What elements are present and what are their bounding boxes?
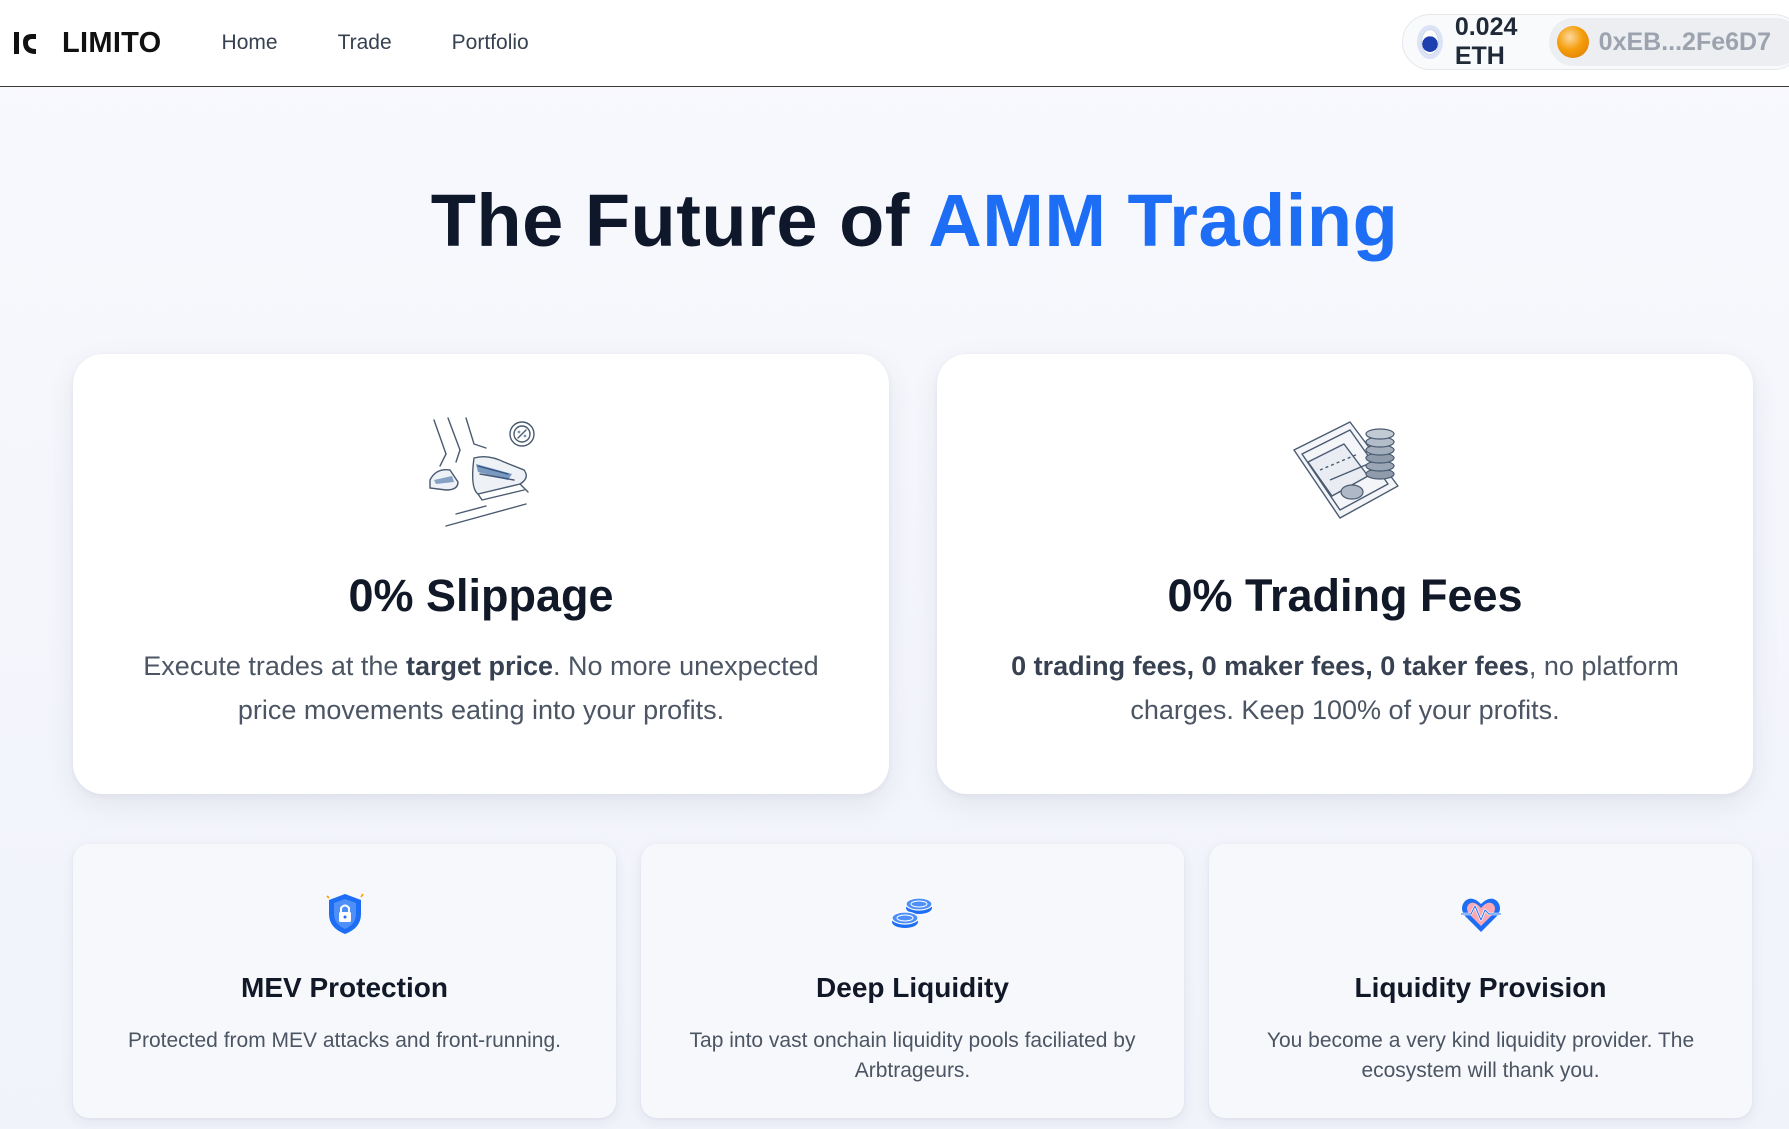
heart-pulse-icon [1460, 898, 1501, 932]
feature-description: You become a very kind liquidity provide… [1266, 1029, 1695, 1082]
eth-network-icon[interactable] [1417, 25, 1443, 59]
wallet-widget[interactable]: 0.024 ETH 0xEB...2Fe6D7 [1402, 13, 1789, 70]
feature-title: 0% Slippage [348, 570, 614, 621]
feature-highlight: 0 trading fees, 0 maker fees, 0 taker fe… [1011, 651, 1529, 681]
feature-card-mev-protection: MEV Protection Protected from MEV attack… [73, 844, 616, 1118]
feature-description: Tap into vast onchain liquidity pools fa… [689, 1029, 1136, 1082]
coin-trap-illustration [1293, 421, 1399, 519]
account-button[interactable]: 0xEB...2Fe6D7 [1548, 18, 1789, 66]
coins-stack-icon [890, 897, 933, 928]
brand-name: LIMITO [62, 26, 162, 59]
feature-card-trading-fees: 0% Trading Fees 0 trading fees, 0 maker … [937, 354, 1753, 794]
top-navbar: LIMITO Home Trade Portfolio 0.024 ETH 0x… [0, 0, 1789, 87]
account-avatar-icon [1556, 26, 1589, 58]
hero-title: The Future of AMM Trading [0, 178, 1789, 263]
brand[interactable]: LIMITO [10, 27, 162, 60]
eth-balance: 0.024 ETH [1454, 13, 1518, 70]
feature-description: Execute trades at the target price. No m… [143, 651, 819, 725]
running-shoes-illustration [429, 417, 535, 527]
feature-description: 0 trading fees, 0 maker fees, 0 taker fe… [1011, 651, 1679, 725]
feature-card-slippage: 0% Slippage Execute trades at the target… [73, 354, 889, 794]
hero-title-accent: AMM Trading [928, 179, 1399, 262]
limito-logo-icon [14, 32, 36, 54]
nav-portfolio[interactable]: Portfolio [452, 31, 529, 55]
main-nav: Home Trade Portfolio [212, 31, 579, 55]
nav-home[interactable]: Home [222, 31, 278, 55]
feature-highlight: target price [405, 651, 554, 681]
feature-title: MEV Protection [241, 972, 448, 1003]
feature-title: Deep Liquidity [816, 972, 1009, 1003]
shield-lock-icon [325, 893, 364, 934]
feature-description: Protected from MEV attacks and front-run… [127, 1029, 562, 1052]
hero-title-prefix: The Future of [430, 179, 929, 262]
feature-title: Liquidity Provision [1354, 972, 1607, 1003]
feature-title: 0% Trading Fees [1167, 570, 1523, 621]
wallet-address: 0xEB...2Fe6D7 [1598, 27, 1771, 56]
feature-card-deep-liquidity: Deep Liquidity Tap into vast onchain liq… [641, 844, 1184, 1118]
feature-card-liquidity-provision: Liquidity Provision You become a very ki… [1209, 844, 1752, 1118]
nav-trade[interactable]: Trade [338, 31, 392, 55]
